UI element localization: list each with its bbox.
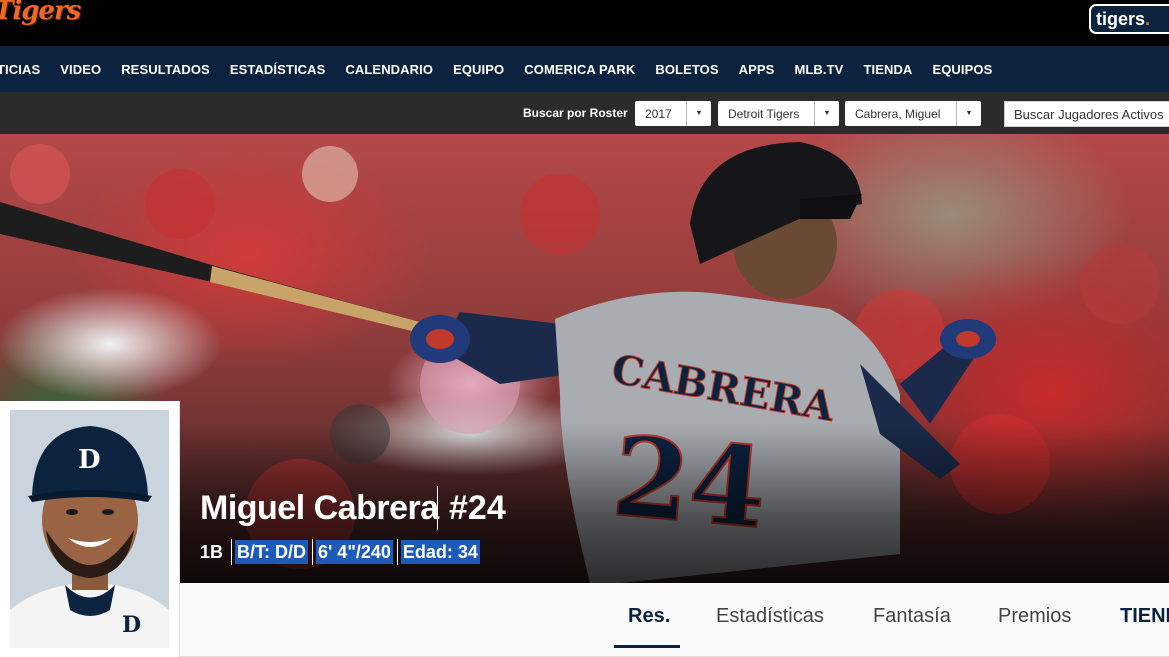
headshot-frame: D D [0, 401, 180, 657]
team-dropdown-value: Detroit Tigers [728, 107, 800, 121]
player-number: #24 [449, 489, 506, 527]
main-navigation: TICIAS VIDEO RESULTADOS ESTADÍSTICAS CAL… [0, 46, 1169, 92]
nav-item-video[interactable]: VIDEO [60, 62, 101, 77]
nav-item-apps[interactable]: APPS [739, 62, 775, 77]
nav-item-noticias[interactable]: TICIAS [0, 62, 40, 77]
tigers-site-badge[interactable]: tigers. [1089, 4, 1169, 34]
site-badge-text: tigers [1096, 9, 1146, 29]
nav-item-calendario[interactable]: CALENDARIO [345, 62, 433, 77]
top-bar: Tigers tigers. [0, 0, 1169, 46]
player-search-input[interactable]: Buscar Jugadores Activos [1004, 101, 1169, 127]
tab-fantasia[interactable]: Fantasía [873, 605, 951, 628]
svg-text:D: D [122, 612, 141, 638]
nav-item-estadisticas[interactable]: ESTADÍSTICAS [230, 62, 326, 77]
headshot-illustration: D D [10, 410, 169, 648]
tab-estadisticas[interactable]: Estadísticas [716, 605, 824, 628]
meta-divider [231, 539, 233, 565]
tab-tienda[interactable]: TIENDA [1120, 605, 1169, 628]
team-dropdown[interactable]: Detroit Tigers ▼ [718, 101, 839, 126]
name-divider [437, 486, 438, 530]
player-dropdown[interactable]: Cabrera, Miguel ▼ [845, 101, 981, 126]
player-age: Edad: 34 [400, 540, 480, 564]
player-position: 1B [200, 541, 224, 562]
nav-item-resultados[interactable]: RESULTADOS [121, 62, 210, 77]
meta-divider [312, 539, 314, 565]
year-dropdown-value: 2017 [645, 107, 672, 121]
chevron-down-icon: ▼ [956, 101, 981, 126]
meta-divider [396, 539, 398, 565]
chevron-down-icon: ▼ [686, 101, 711, 126]
svg-text:D: D [78, 445, 101, 475]
chevron-down-icon: ▼ [814, 101, 839, 126]
player-headshot: D D [10, 410, 169, 648]
tab-resumen[interactable]: Res. [628, 605, 670, 628]
roster-search-bar: Buscar por Roster 2017 ▼ Detroit Tigers … [0, 92, 1169, 134]
player-height-weight: 6' 4"/240 [316, 540, 393, 564]
player-meta: 1B B/T: D/D 6' 4"/240 Edad: 34 [200, 539, 484, 565]
site-badge-dot: . [1145, 9, 1151, 29]
nav-item-boletos[interactable]: BOLETOS [655, 62, 718, 77]
active-tab-indicator [614, 645, 680, 648]
player-tab-bar: Res. Estadísticas Fantasía Premios TIEND… [180, 583, 1169, 657]
player-name: Miguel Cabrera [200, 489, 439, 527]
nav-item-equipo[interactable]: EQUIPO [453, 62, 504, 77]
nav-item-comerica-park[interactable]: COMERICA PARK [524, 62, 635, 77]
roster-search-label: Buscar por Roster [523, 106, 628, 120]
player-dropdown-value: Cabrera, Miguel [855, 107, 941, 121]
player-bats-throws: B/T: D/D [235, 540, 309, 564]
tab-premios[interactable]: Premios [998, 605, 1071, 628]
nav-item-tienda[interactable]: TIENDA [863, 62, 912, 77]
year-dropdown[interactable]: 2017 ▼ [635, 101, 711, 126]
tigers-logo[interactable]: Tigers [0, 0, 81, 26]
nav-item-equipos[interactable]: EQUIPOS [932, 62, 992, 77]
nav-item-mlbtv[interactable]: MLB.TV [794, 62, 843, 77]
